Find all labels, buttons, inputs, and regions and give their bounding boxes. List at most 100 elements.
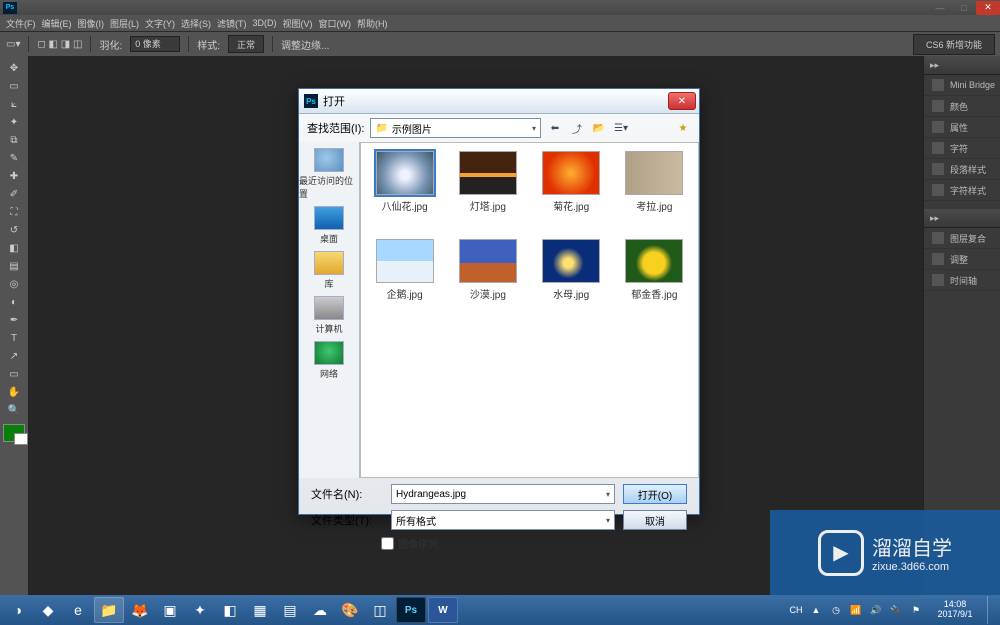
file-item[interactable]: 郁金香.jpg (615, 239, 694, 319)
start-button[interactable]: ◑ (4, 598, 32, 622)
pen-tool-icon[interactable]: ✒ (3, 312, 25, 328)
file-item[interactable]: 沙漠.jpg (448, 239, 527, 319)
panel-collapse-icon[interactable]: ▸▸ (930, 60, 939, 71)
taskbar-word-icon[interactable]: W (428, 597, 458, 623)
file-item[interactable]: 考拉.jpg (615, 151, 694, 231)
blur-tool-icon[interactable]: ◎ (3, 276, 25, 292)
panel-collapse-icon[interactable]: ▸▸ (930, 213, 939, 224)
hand-tool-icon[interactable]: ✋ (3, 384, 25, 400)
panel-adjust[interactable]: 调整 (924, 249, 1000, 270)
file-item[interactable]: 企鹅.jpg (365, 239, 444, 319)
eraser-tool-icon[interactable]: ◧ (3, 240, 25, 256)
heal-tool-icon[interactable]: ✚ (3, 168, 25, 184)
tray-icon[interactable]: 📶 (849, 603, 863, 617)
file-item[interactable]: 菊花.jpg (532, 151, 611, 231)
marquee-mode-icons[interactable]: ◻ ◧ ◨ ◫ (37, 39, 82, 50)
tray-icon[interactable]: 🔊 (869, 603, 883, 617)
panel-layer-comps[interactable]: 图层复合 (924, 228, 1000, 249)
places-network[interactable]: 网络 (314, 339, 344, 382)
file-list[interactable]: 八仙花.jpg灯塔.jpg菊花.jpg考拉.jpg 企鹅.jpg沙漠.jpg水母.… (360, 142, 699, 478)
zoom-tool-icon[interactable]: 🔍 (3, 402, 25, 418)
tool-preset-icon[interactable]: ▭▾ (6, 39, 20, 50)
brush-tool-icon[interactable]: ✐ (3, 186, 25, 202)
taskbar-app-9[interactable]: ▤ (276, 598, 304, 622)
move-tool-icon[interactable]: ✥ (3, 60, 25, 76)
star-icon[interactable]: ★ (675, 120, 691, 136)
menu-3d[interactable]: 3D(D) (253, 18, 277, 28)
wand-tool-icon[interactable]: ✦ (3, 114, 25, 130)
places-recent[interactable]: 最近访问的位置 (299, 146, 359, 202)
dialog-titlebar[interactable]: Ps 打开 ✕ (299, 89, 699, 114)
menu-file[interactable]: 文件(F) (6, 17, 36, 30)
places-library[interactable]: 库 (314, 249, 344, 292)
type-tool-icon[interactable]: T (3, 330, 25, 346)
crop-tool-icon[interactable]: ⧉ (3, 132, 25, 148)
path-tool-icon[interactable]: ↗ (3, 348, 25, 364)
view-menu-icon[interactable]: ☰▾ (613, 120, 629, 136)
places-computer[interactable]: 计算机 (314, 294, 344, 337)
menu-select[interactable]: 选择(S) (181, 17, 211, 30)
taskbar-cloud-icon[interactable]: ☁ (306, 598, 334, 622)
taskbar-player-icon[interactable]: ▣ (156, 598, 184, 622)
titlebar[interactable]: Ps ― □ ✕ (0, 0, 1000, 15)
up-button-icon[interactable]: ⤴ (569, 120, 585, 136)
open-button[interactable]: 打开(O) (623, 484, 687, 504)
panel-timeline[interactable]: 时间轴 (924, 270, 1000, 291)
panel-para-style[interactable]: 段落样式 (924, 159, 1000, 180)
menu-type[interactable]: 文字(Y) (145, 17, 175, 30)
menu-window[interactable]: 窗口(W) (319, 17, 352, 30)
taskbar-firefox-icon[interactable]: 🦊 (126, 598, 154, 622)
tray-icon[interactable]: ◷ (829, 603, 843, 617)
menu-view[interactable]: 视图(V) (283, 17, 313, 30)
panel-minibridge[interactable]: Mini Bridge (924, 75, 1000, 96)
shape-tool-icon[interactable]: ▭ (3, 366, 25, 382)
style-select[interactable]: 正常 (228, 35, 264, 53)
color-swatch[interactable] (3, 424, 25, 442)
cancel-button[interactable]: 取消 (623, 510, 687, 530)
taskbar-app-6[interactable]: ✦ (186, 598, 214, 622)
show-desktop-button[interactable] (987, 596, 996, 624)
maximize-button[interactable]: □ (952, 1, 976, 15)
filename-input[interactable]: Hydrangeas.jpg▾ (391, 484, 615, 504)
panel-char-style[interactable]: 字符样式 (924, 180, 1000, 201)
lasso-tool-icon[interactable]: ⟀ (3, 96, 25, 112)
minimize-button[interactable]: ― (928, 1, 952, 15)
taskbar-app-7[interactable]: ◧ (216, 598, 244, 622)
panel-properties[interactable]: 属性 (924, 117, 1000, 138)
tray-icon[interactable]: 🔌 (889, 603, 903, 617)
taskbar-ie-icon[interactable]: e (64, 598, 92, 622)
menu-image[interactable]: 图像(I) (78, 17, 105, 30)
lookin-combo[interactable]: 📁 示例图片 ▾ (370, 118, 541, 138)
taskbar-app-12[interactable]: ◫ (366, 598, 394, 622)
menu-edit[interactable]: 编辑(E) (42, 17, 72, 30)
taskbar-app-8[interactable]: ▦ (246, 598, 274, 622)
stamp-tool-icon[interactable]: ⛶ (3, 204, 25, 220)
taskbar-app-1[interactable]: ◆ (34, 598, 62, 622)
image-sequence-checkbox[interactable] (381, 537, 394, 550)
tray-icon[interactable]: ⚑ (909, 603, 923, 617)
panel-color[interactable]: 颜色 (924, 96, 1000, 117)
taskbar-clock[interactable]: 14:08 2017/9/1 (929, 600, 981, 620)
marquee-tool-icon[interactable]: ▭ (3, 78, 25, 94)
file-item[interactable]: 水母.jpg (532, 239, 611, 319)
workspace-switcher[interactable]: CS6 新增功能 (913, 34, 995, 55)
feather-input[interactable]: 0 像素 (130, 36, 180, 52)
back-button-icon[interactable]: ⬅ (547, 120, 563, 136)
file-item[interactable]: 灯塔.jpg (448, 151, 527, 231)
tray-icon[interactable]: ▲ (809, 603, 823, 617)
file-item[interactable]: 八仙花.jpg (365, 151, 444, 231)
gradient-tool-icon[interactable]: ▤ (3, 258, 25, 274)
close-button[interactable]: ✕ (976, 1, 1000, 15)
newfolder-icon[interactable]: 📂 (591, 120, 607, 136)
menu-help[interactable]: 帮助(H) (357, 17, 388, 30)
eyedropper-tool-icon[interactable]: ✎ (3, 150, 25, 166)
taskbar-photoshop-icon[interactable]: Ps (396, 597, 426, 623)
menu-layer[interactable]: 图层(L) (110, 17, 139, 30)
filetype-select[interactable]: 所有格式▾ (391, 510, 615, 530)
places-desktop[interactable]: 桌面 (314, 204, 344, 247)
panel-character[interactable]: 字符 (924, 138, 1000, 159)
refine-edge-button[interactable]: 调整边缘... (281, 37, 329, 52)
taskbar-explorer-icon[interactable]: 📁 (94, 597, 124, 623)
dialog-close-button[interactable]: ✕ (668, 92, 696, 110)
taskbar-paint-icon[interactable]: 🎨 (336, 598, 364, 622)
